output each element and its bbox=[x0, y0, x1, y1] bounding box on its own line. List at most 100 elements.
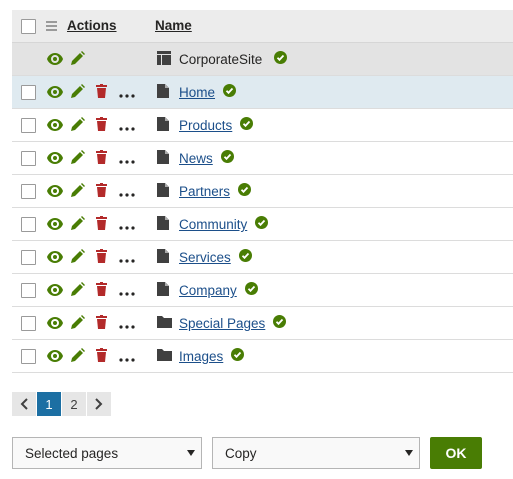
published-check-icon bbox=[238, 183, 252, 199]
row-checkbox[interactable] bbox=[21, 184, 36, 199]
row-name: Images bbox=[179, 348, 245, 364]
page-link[interactable]: Community bbox=[179, 217, 247, 232]
table-row: Company bbox=[12, 274, 513, 307]
row-checkbox[interactable] bbox=[21, 349, 36, 364]
table-row: Products bbox=[12, 109, 513, 142]
row-checkbox[interactable] bbox=[21, 316, 36, 331]
delete-icon[interactable] bbox=[96, 216, 107, 233]
published-check-icon bbox=[223, 84, 237, 100]
view-icon[interactable] bbox=[47, 86, 63, 101]
delete-icon[interactable] bbox=[96, 183, 107, 200]
page-icon bbox=[157, 249, 169, 266]
select-all-checkbox[interactable] bbox=[21, 19, 36, 34]
more-actions-icon[interactable] bbox=[119, 284, 135, 299]
page-icon bbox=[157, 84, 169, 101]
folder-icon bbox=[157, 315, 172, 331]
more-actions-icon[interactable] bbox=[119, 119, 135, 134]
view-icon[interactable] bbox=[47, 152, 63, 167]
page-link[interactable]: Partners bbox=[179, 184, 230, 199]
row-checkbox[interactable] bbox=[21, 250, 36, 265]
delete-icon[interactable] bbox=[96, 348, 107, 365]
row-name: Services bbox=[179, 249, 252, 265]
view-icon[interactable] bbox=[47, 119, 63, 134]
edit-icon[interactable] bbox=[71, 282, 85, 299]
published-check-icon bbox=[244, 282, 258, 298]
root-row: CorporateSite bbox=[12, 43, 513, 76]
page-link[interactable]: Services bbox=[179, 250, 231, 265]
more-actions-icon[interactable] bbox=[119, 152, 135, 167]
row-checkbox[interactable] bbox=[21, 283, 36, 298]
view-icon[interactable] bbox=[47, 317, 63, 332]
pager-next-button[interactable] bbox=[87, 392, 111, 416]
delete-icon[interactable] bbox=[96, 84, 107, 101]
delete-icon[interactable] bbox=[96, 117, 107, 134]
actions-header[interactable]: Actions bbox=[67, 18, 117, 33]
site-icon bbox=[157, 51, 171, 68]
table-row: Images bbox=[12, 340, 513, 373]
delete-icon[interactable] bbox=[96, 249, 107, 266]
page-link[interactable]: Company bbox=[179, 283, 237, 298]
table-row: Services bbox=[12, 241, 513, 274]
page-icon bbox=[157, 216, 169, 233]
published-check-icon bbox=[231, 348, 245, 364]
page-link[interactable]: News bbox=[179, 151, 213, 166]
page-link[interactable]: Home bbox=[179, 85, 215, 100]
edit-icon[interactable] bbox=[71, 216, 85, 233]
more-actions-icon[interactable] bbox=[119, 185, 135, 200]
published-check-icon bbox=[238, 249, 252, 265]
view-icon[interactable] bbox=[47, 53, 63, 68]
view-icon[interactable] bbox=[47, 251, 63, 266]
action-select[interactable]: Copy bbox=[212, 437, 420, 469]
name-header[interactable]: Name bbox=[155, 18, 192, 33]
page-link[interactable]: Products bbox=[179, 118, 232, 133]
more-actions-icon[interactable] bbox=[119, 251, 135, 266]
edit-icon[interactable] bbox=[71, 51, 85, 68]
row-checkbox[interactable] bbox=[21, 151, 36, 166]
view-icon[interactable] bbox=[47, 284, 63, 299]
row-checkbox[interactable] bbox=[21, 217, 36, 232]
table-row: News bbox=[12, 142, 513, 175]
table-row: Partners bbox=[12, 175, 513, 208]
view-icon[interactable] bbox=[47, 185, 63, 200]
pager-page-1[interactable]: 1 bbox=[37, 392, 61, 416]
edit-icon[interactable] bbox=[71, 249, 85, 266]
pager-prev-button[interactable] bbox=[12, 392, 36, 416]
edit-icon[interactable] bbox=[71, 150, 85, 167]
delete-icon[interactable] bbox=[96, 150, 107, 167]
table-row: Home bbox=[12, 76, 513, 109]
edit-icon[interactable] bbox=[71, 348, 85, 365]
more-actions-icon[interactable] bbox=[119, 350, 135, 365]
view-icon[interactable] bbox=[47, 350, 63, 365]
row-name: Company bbox=[179, 282, 258, 298]
page-icon bbox=[157, 117, 169, 134]
column-menu-icon[interactable] bbox=[46, 21, 57, 31]
pager-page-2[interactable]: 2 bbox=[62, 392, 86, 416]
edit-icon[interactable] bbox=[71, 183, 85, 200]
more-actions-icon[interactable] bbox=[119, 218, 135, 233]
root-name-text: CorporateSite bbox=[179, 52, 263, 67]
published-check-icon bbox=[274, 51, 288, 67]
edit-icon[interactable] bbox=[71, 315, 85, 332]
more-actions-icon[interactable] bbox=[119, 86, 135, 101]
delete-icon[interactable] bbox=[96, 282, 107, 299]
published-check-icon bbox=[255, 216, 269, 232]
more-actions-icon[interactable] bbox=[119, 317, 135, 332]
row-checkbox[interactable] bbox=[21, 118, 36, 133]
edit-icon[interactable] bbox=[71, 84, 85, 101]
edit-icon[interactable] bbox=[71, 117, 85, 134]
view-icon[interactable] bbox=[47, 218, 63, 233]
row-checkbox[interactable] bbox=[21, 85, 36, 100]
page-icon bbox=[157, 183, 169, 200]
published-check-icon bbox=[273, 315, 287, 331]
ok-button[interactable]: OK bbox=[430, 437, 482, 469]
published-check-icon bbox=[240, 117, 254, 133]
page-link[interactable]: Special Pages bbox=[179, 316, 265, 331]
page-icon bbox=[157, 150, 169, 167]
pages-grid: Actions Name CorporateSite Home Products N… bbox=[12, 10, 513, 373]
table-row: Community bbox=[12, 208, 513, 241]
delete-icon[interactable] bbox=[96, 315, 107, 332]
row-name: Special Pages bbox=[179, 315, 287, 331]
page-link[interactable]: Images bbox=[179, 349, 223, 364]
action-select-value: Copy bbox=[225, 446, 257, 461]
scope-select[interactable]: Selected pages bbox=[12, 437, 202, 469]
